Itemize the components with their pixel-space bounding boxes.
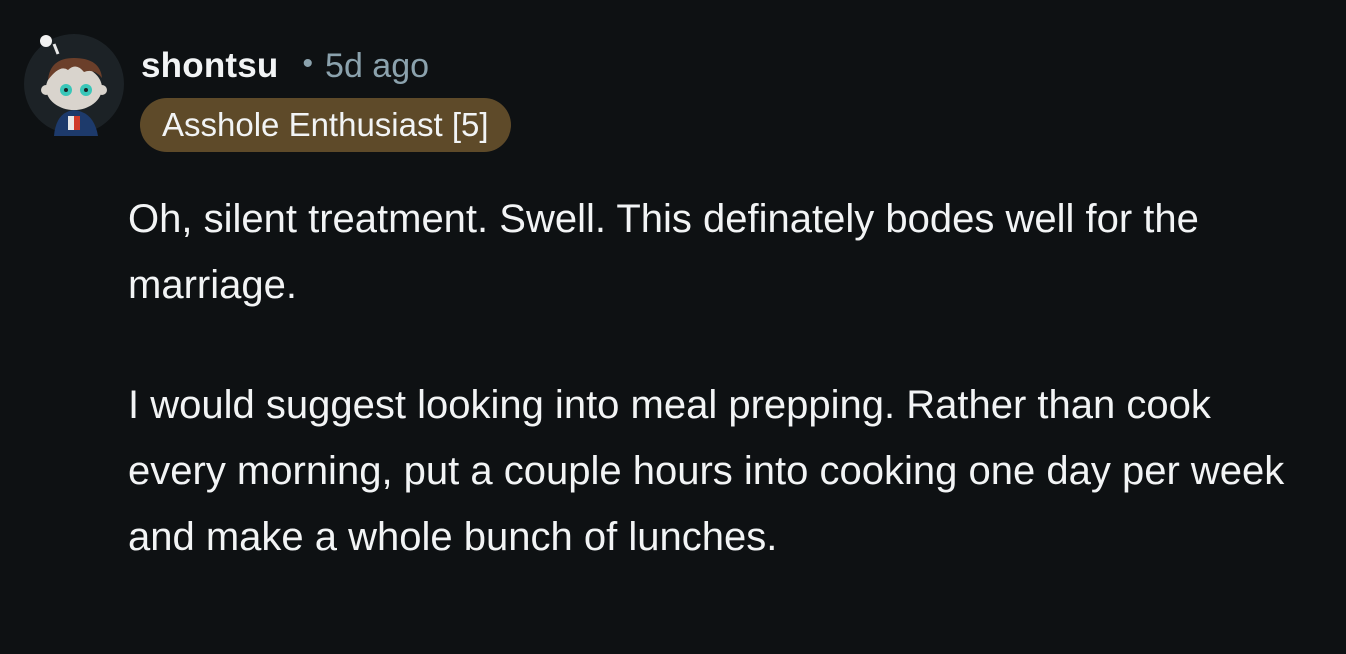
snoo-avatar-icon <box>24 34 124 136</box>
comment-timestamp[interactable]: 5d ago <box>325 47 429 86</box>
comment-body: Oh, silent treatment. Swell. This defina… <box>128 186 1318 570</box>
comment-paragraph: Oh, silent treatment. Swell. This defina… <box>128 197 1199 307</box>
meta-separator: • <box>302 47 314 80</box>
comment-meta: shontsu • 5d ago <box>141 44 429 88</box>
user-avatar-icon[interactable] <box>24 32 124 136</box>
author-username[interactable]: shontsu <box>141 46 279 86</box>
user-flair: Asshole Enthusiast [5] <box>140 98 511 152</box>
comment-paragraph: I would suggest looking into meal preppi… <box>128 383 1285 559</box>
comment: shontsu • 5d ago Asshole Enthusiast [5] … <box>0 0 1346 654</box>
